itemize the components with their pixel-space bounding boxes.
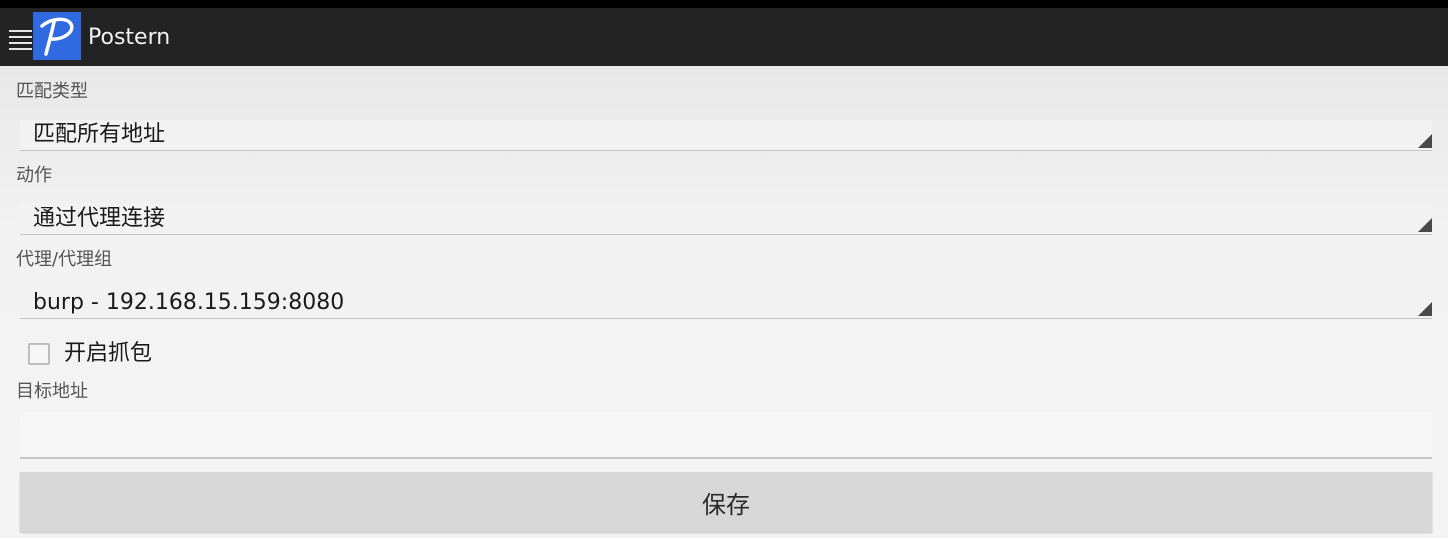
target-address-input[interactable] bbox=[20, 412, 1432, 459]
dropdown-arrow-icon bbox=[1418, 302, 1432, 316]
proxy-spinner[interactable]: burp - 192.168.15.159:8080 bbox=[20, 288, 1432, 319]
app-bar: Postern bbox=[0, 0, 1448, 66]
app-title: Postern bbox=[88, 25, 171, 50]
match-type-spinner[interactable]: 匹配所有地址 bbox=[20, 120, 1432, 151]
rule-edit-form: 匹配类型 匹配所有地址 动作 通过代理连接 代理/代理组 burp - 192.… bbox=[0, 66, 1448, 538]
action-value: 通过代理连接 bbox=[33, 206, 166, 231]
action-spinner[interactable]: 通过代理连接 bbox=[20, 204, 1432, 235]
menu-icon[interactable] bbox=[9, 30, 32, 52]
save-button[interactable]: 保存 bbox=[20, 472, 1432, 532]
capture-checkbox[interactable] bbox=[28, 343, 50, 365]
match-type-label: 匹配类型 bbox=[16, 81, 88, 102]
target-address-label: 目标地址 bbox=[16, 381, 88, 402]
dropdown-arrow-icon bbox=[1418, 218, 1432, 232]
proxy-label: 代理/代理组 bbox=[16, 249, 113, 270]
action-label: 动作 bbox=[16, 165, 52, 186]
capture-checkbox-label[interactable]: 开启抓包 bbox=[64, 339, 152, 369]
match-type-value: 匹配所有地址 bbox=[33, 122, 166, 147]
dropdown-arrow-icon bbox=[1418, 134, 1432, 148]
postern-logo-icon bbox=[33, 12, 81, 60]
proxy-value: burp - 192.168.15.159:8080 bbox=[33, 290, 345, 315]
